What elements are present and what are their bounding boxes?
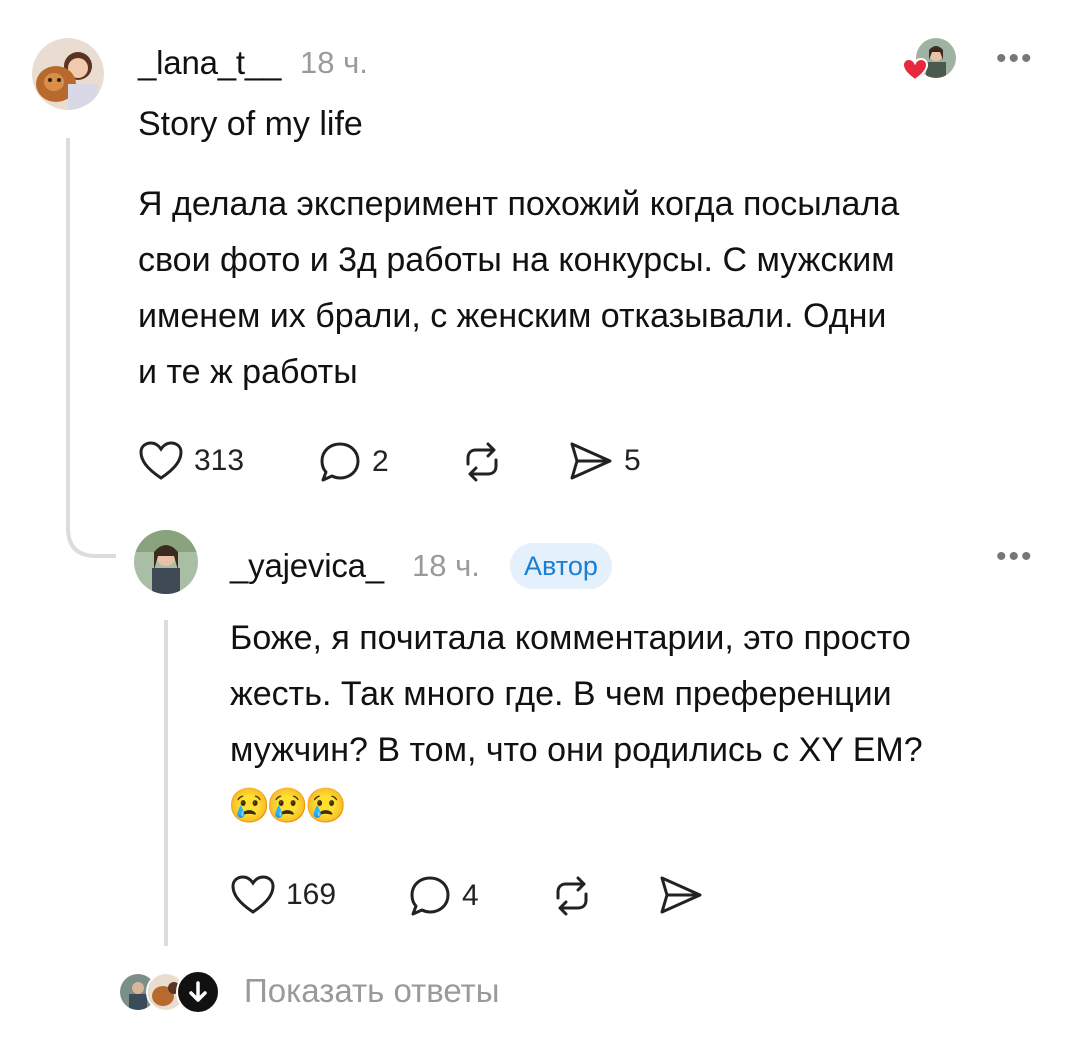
replies-avatar-stack[interactable] — [118, 968, 220, 1014]
post-repost-button[interactable] — [460, 442, 504, 482]
post-reply-button[interactable]: 2 — [318, 440, 389, 484]
reply-share-button[interactable] — [658, 874, 704, 916]
repost-icon — [556, 876, 588, 916]
avatar-lana[interactable] — [32, 38, 104, 110]
thread-connector — [66, 138, 116, 558]
heart-icon — [902, 58, 928, 82]
heart-outline-icon — [231, 875, 275, 914]
reply-body-line-2: жесть. Так много где. В чем преференции — [230, 675, 892, 713]
repost-icon — [466, 442, 498, 482]
liked-by-author-indicator[interactable] — [902, 38, 960, 86]
post-like-count: 313 — [194, 444, 245, 477]
post-body-line-3: именем их брали, с женским отказывали. О… — [138, 297, 887, 335]
comment-icon — [410, 876, 450, 916]
post-body-line-4: и те ж работы — [138, 353, 358, 391]
heart-outline-icon — [139, 441, 183, 480]
show-replies-link[interactable]: Показать ответы — [244, 972, 499, 1010]
reply-like-count: 169 — [286, 878, 337, 911]
post-share-count: 5 — [624, 444, 641, 477]
post-share-button[interactable]: 5 — [568, 440, 641, 482]
reply-more-icon[interactable]: ••• — [996, 542, 1034, 572]
post-like-button[interactable]: 313 — [138, 440, 244, 482]
reply-like-button[interactable]: 169 — [230, 874, 336, 916]
reply-reply-button[interactable]: 4 — [408, 874, 479, 918]
avatar-yajevica[interactable] — [134, 530, 198, 594]
author-badge: Автор — [510, 543, 612, 589]
reply-time: 18 ч. — [412, 548, 480, 583]
post-body-line-1: Я делала эксперимент похожий когда посыл… — [138, 185, 900, 223]
reply-body-line-1: Боже, я почитала комментарии, это просто — [230, 619, 911, 657]
comment-icon — [320, 442, 360, 482]
post-time: 18 ч. — [300, 45, 368, 80]
post-title-line: Story of my life — [138, 105, 363, 143]
expand-down-icon — [176, 970, 220, 1014]
reply-repost-button[interactable] — [550, 876, 594, 916]
send-icon — [660, 876, 702, 914]
post-body-line-2: свои фото и 3д работы на конкурсы. С муж… — [138, 241, 895, 279]
reply-thread-line — [164, 620, 168, 946]
post-more-icon[interactable]: ••• — [996, 44, 1034, 74]
reply-reply-count: 4 — [462, 879, 479, 912]
post-username[interactable]: _lana_t__ — [138, 44, 281, 82]
reply-username[interactable]: _yajevica_ — [230, 547, 384, 585]
reply-emoji-line: 😢😢😢 — [228, 787, 347, 825]
post-reply-count: 2 — [372, 445, 389, 478]
send-icon — [570, 442, 612, 480]
reply-body-line-3: мужчин? В том, что они родились с XY ЕМ? — [230, 731, 923, 769]
